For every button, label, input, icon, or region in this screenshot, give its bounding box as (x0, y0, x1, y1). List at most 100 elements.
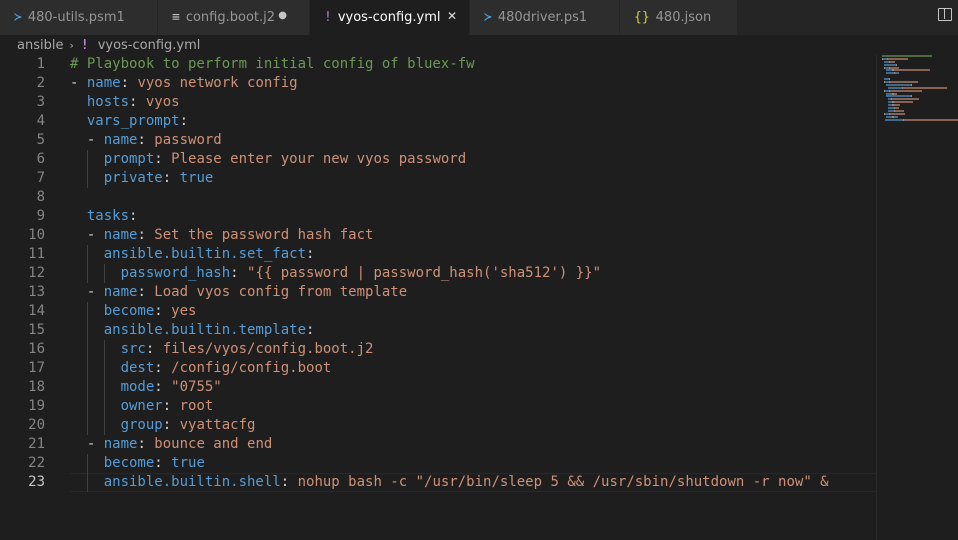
code-line[interactable]: ansible.builtin.set_fact: (70, 245, 876, 264)
minimap-line (882, 98, 958, 101)
tab-bar: ≻ 480-utils.psm1 ≡ config.boot.j2 ● ! vyos-con… (0, 0, 958, 35)
code-line[interactable]: tasks: (70, 207, 876, 226)
minimap-line (882, 89, 958, 92)
line-number: 5 (36, 132, 45, 148)
indent-guide (103, 264, 105, 283)
minimap-line (882, 81, 958, 84)
indent-guide (86, 302, 88, 435)
line-number: 12 (28, 265, 45, 281)
minimap-line (882, 92, 958, 95)
minimap-line (882, 57, 958, 60)
minimap-line (882, 63, 958, 66)
code-line[interactable]: - name: vyos network config (70, 74, 876, 93)
breadcrumb-folder[interactable]: ansible (17, 38, 63, 53)
minimap-line (882, 72, 958, 75)
minimap-line (882, 69, 958, 72)
code-line[interactable]: hosts: vyos (70, 93, 876, 112)
minimap-line (882, 55, 958, 57)
minimap-line (882, 83, 958, 86)
tab-label: config.boot.j2 (185, 10, 276, 25)
line-number: 15 (28, 322, 45, 338)
indent-guide (103, 340, 105, 435)
line-number: 18 (28, 379, 45, 395)
code-line[interactable]: vars_prompt: (70, 112, 876, 131)
code-line[interactable]: mode: "0755" (70, 378, 876, 397)
code-line[interactable] (70, 188, 876, 207)
minimap-line (882, 60, 958, 63)
chevron-right-icon: › (69, 38, 74, 52)
unsaved-dot-icon[interactable]: ● (278, 10, 287, 21)
indent-guide (86, 245, 88, 283)
yaml-icon: ! (80, 37, 89, 53)
code-line[interactable]: become: true (70, 454, 876, 473)
minimap[interactable] (882, 55, 958, 121)
line-number: 7 (36, 170, 45, 186)
line-number: 21 (28, 436, 45, 452)
line-number: 13 (28, 284, 45, 300)
line-number: 19 (28, 398, 45, 414)
line-number: 17 (28, 360, 45, 376)
code-line[interactable]: become: yes (70, 302, 876, 321)
tab-vyos-config-yml[interactable]: ! vyos-config.yml ✕ (310, 0, 470, 35)
tab-label: 480-utils.psm1 (27, 10, 125, 25)
tab-config-boot-j2[interactable]: ≡ config.boot.j2 ● (158, 0, 310, 35)
line-number: 22 (28, 455, 45, 471)
code-line[interactable]: - name: Set the password hash fact (70, 226, 876, 245)
line-number: 16 (28, 341, 45, 357)
indent-guide (86, 150, 88, 188)
code-line[interactable]: prompt: Please enter your new vyos passw… (70, 150, 876, 169)
tab-480-json[interactable]: {} 480.json (620, 0, 738, 35)
code-line[interactable]: private: true (70, 169, 876, 188)
line-number: 2 (36, 75, 45, 91)
code-line[interactable]: src: files/vyos/config.boot.j2 (70, 340, 876, 359)
line-number: 10 (28, 227, 45, 243)
code-line[interactable]: ansible.builtin.template: (70, 321, 876, 340)
tab-480-utils-psm1[interactable]: ≻ 480-utils.psm1 (0, 0, 158, 35)
indent-guide (86, 454, 88, 492)
file-lines-icon: ≡ (172, 10, 180, 25)
code-line[interactable]: owner: root (70, 397, 876, 416)
tab-label: 480.json (655, 10, 712, 25)
code-line[interactable]: password_hash: "{{ password | password_h… (70, 264, 876, 283)
line-number: 14 (28, 303, 45, 319)
minimap-line (882, 104, 958, 107)
code-editor[interactable]: 1 2 3 4 5 6 7 8 9 10 11 12 13 14 15 16 17 18 19 20 21 22 23 # … (0, 55, 880, 540)
code-line[interactable]: group: vyattacfg (70, 416, 876, 435)
line-number: 1 (36, 56, 45, 72)
minimap-line (882, 66, 958, 69)
minimap-divider (876, 55, 877, 540)
minimap-line (882, 109, 958, 112)
powershell-icon: ≻ (484, 10, 492, 25)
split-editor-icon[interactable] (938, 8, 952, 21)
minimap-line (882, 118, 958, 121)
minimap-line (882, 95, 958, 98)
code-area[interactable]: # Playbook to perform initial config of … (70, 55, 876, 492)
line-number: 9 (36, 208, 45, 224)
breadcrumb: ansible › ! vyos-config.yml (0, 35, 958, 55)
line-number: 6 (36, 151, 45, 167)
minimap-line (882, 115, 958, 118)
breadcrumb-file[interactable]: vyos-config.yml (98, 38, 201, 53)
line-number: 11 (28, 246, 45, 262)
minimap-line (882, 101, 958, 104)
line-number-gutter: 1 2 3 4 5 6 7 8 9 10 11 12 13 14 15 16 17 18 19 20 21 22 23 (0, 55, 55, 492)
code-line[interactable]: # Playbook to perform initial config of … (70, 55, 876, 74)
yaml-icon: ! (324, 10, 332, 25)
minimap-line (882, 78, 958, 81)
minimap-line (882, 112, 958, 115)
line-number: 4 (36, 113, 45, 129)
line-number: 3 (36, 94, 45, 110)
code-line[interactable]: dest: /config/config.boot (70, 359, 876, 378)
tab-label: 480driver.ps1 (497, 10, 588, 25)
json-icon: {} (634, 10, 650, 25)
code-line[interactable]: - name: Load vyos config from template (70, 283, 876, 302)
code-line[interactable]: - name: password (70, 131, 876, 150)
powershell-icon: ≻ (14, 10, 22, 25)
line-number: 20 (28, 417, 45, 433)
code-line[interactable]: - name: bounce and end (70, 435, 876, 454)
line-number: 8 (36, 189, 45, 205)
code-line[interactable]: ansible.builtin.shell: nohup bash -c "/u… (70, 473, 876, 492)
tab-480driver-ps1[interactable]: ≻ 480driver.ps1 (470, 0, 620, 35)
minimap-line (882, 107, 958, 110)
close-icon[interactable]: ✕ (447, 9, 457, 23)
